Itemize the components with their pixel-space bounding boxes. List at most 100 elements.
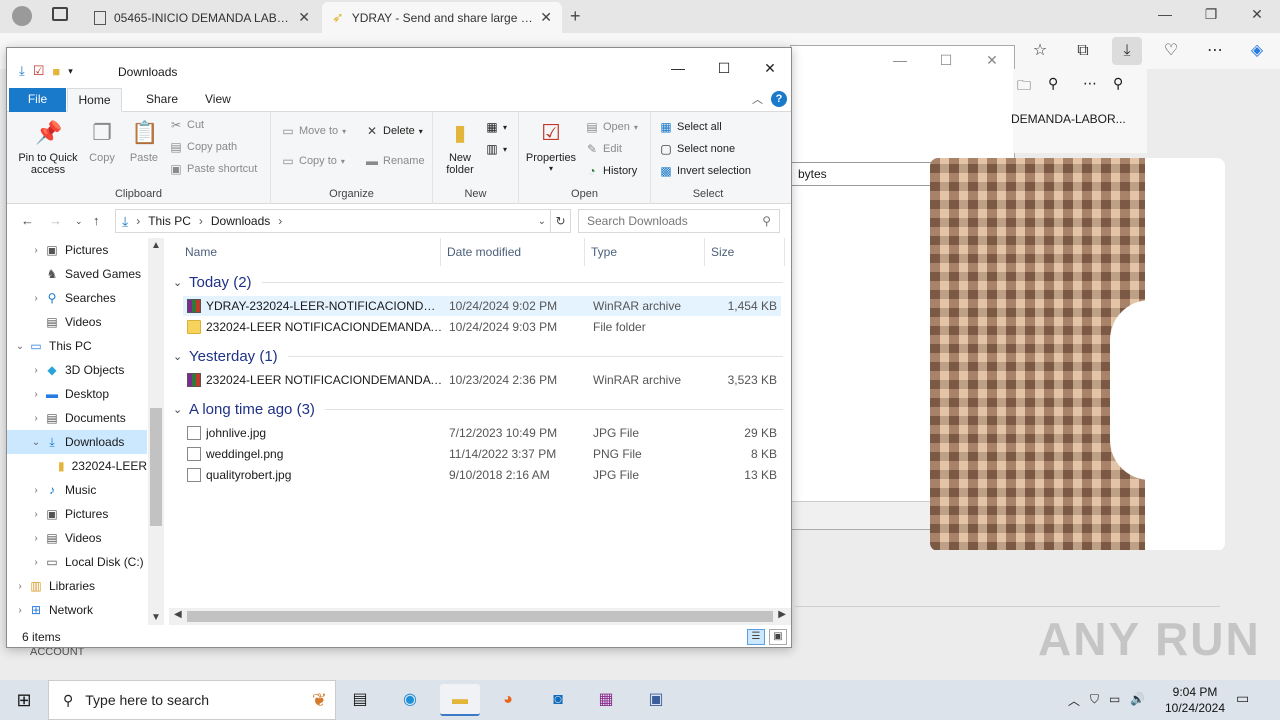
address-dropdown-icon[interactable]: ⌄ (538, 216, 546, 227)
paste-button[interactable]: 📋 Paste (125, 118, 163, 164)
nav-item[interactable]: › ▣ Pictures (7, 238, 147, 262)
copilot-icon[interactable]: ◈ (1242, 40, 1272, 62)
select-none-button[interactable]: ▢ Select none (659, 142, 735, 156)
file-row[interactable]: YDRAY-232024-LEER-NOTIFICACIONDEM... 10/2… (183, 296, 781, 316)
edge-icon[interactable]: ◉ (390, 684, 430, 716)
group-header[interactable]: ⌄ Yesterday (1) (173, 346, 783, 366)
taskbar-search-input[interactable]: ⚲ Type here to search ❦ (48, 680, 336, 720)
nav-item[interactable]: › ⚲ Searches (7, 286, 147, 310)
new-folder-icon[interactable]: ■ (52, 64, 60, 79)
notifications-icon[interactable]: ▭ (1236, 690, 1249, 707)
file-row[interactable]: johnlive.jpg 7/12/2023 10:49 PM JPG File 29… (183, 423, 781, 443)
scroll-left-icon[interactable]: ◀ (174, 609, 182, 620)
new-folder-button[interactable]: ▮ New folder (439, 118, 481, 176)
breadcrumb-downloads[interactable]: Downloads (211, 214, 270, 228)
edit-button[interactable]: ✎ Edit (585, 142, 622, 156)
browser-minimize-button[interactable]: — (1142, 6, 1188, 22)
nav-item[interactable]: › ▣ Pictures (7, 502, 147, 526)
nav-item[interactable]: › ♪ Music (7, 478, 147, 502)
nav-item[interactable]: ▤ Videos (7, 310, 147, 334)
file-row[interactable]: 232024-LEER NOTIFICACIONDEMANDA L... 10/2… (183, 370, 781, 390)
history-button[interactable]: ◔ History (585, 164, 637, 178)
tab-view[interactable]: View (193, 88, 243, 112)
collapse-ribbon-icon[interactable]: ︿ (752, 91, 763, 107)
favorites-icon[interactable]: ☆ (1025, 40, 1055, 62)
chevron-down-icon[interactable]: ⌄ (173, 403, 189, 416)
task-view-icon[interactable]: ▤ (340, 684, 380, 716)
column-header-date[interactable]: Date modified (441, 238, 585, 266)
chevron-right-icon[interactable]: › (13, 581, 27, 592)
volume-icon[interactable]: 🔊 (1130, 692, 1145, 709)
nav-item[interactable]: › ▬ Desktop (7, 382, 147, 406)
select-all-button[interactable]: ▦ Select all (659, 120, 721, 134)
tab-home[interactable]: Home (67, 88, 122, 112)
nav-item[interactable]: ▮ 232024-LEER (7, 454, 147, 478)
scrollbar-thumb[interactable] (150, 408, 162, 526)
firefox-icon[interactable]: ◕ (488, 684, 528, 716)
up-arrow-icon[interactable]: ↑ (93, 213, 100, 228)
navigation-scrollbar[interactable]: ▲ ▼ (148, 238, 164, 625)
nav-item[interactable]: › ▭ Local Disk (C:) (7, 550, 147, 574)
chevron-down-icon[interactable]: ⌄ (29, 437, 43, 448)
winrar-icon[interactable]: ▦ (586, 684, 626, 716)
bg-restore-button[interactable]: ☐ (923, 52, 969, 69)
invert-selection-button[interactable]: ▩ Invert selection (659, 164, 751, 178)
group-header[interactable]: ⌄ A long time ago (3) (173, 399, 783, 419)
nav-item[interactable]: › ▥ Libraries (7, 574, 147, 598)
new-item-button[interactable]: ▦ ▾ (485, 120, 507, 134)
file-row[interactable]: weddingel.png 11/14/2022 3:37 PM PNG File 8… (183, 444, 781, 464)
scroll-right-icon[interactable]: ▶ (778, 609, 786, 620)
more-options-icon[interactable]: ⋯ (1200, 40, 1230, 62)
recent-locations-icon[interactable]: ⌄ (75, 216, 83, 227)
scrollbar-thumb[interactable] (187, 611, 773, 622)
chevron-right-icon[interactable]: › (13, 605, 27, 616)
properties-icon[interactable]: ☑ (33, 63, 45, 79)
collections-icon[interactable]: ⧉ (1068, 40, 1098, 62)
chevron-right-icon[interactable]: › (29, 389, 43, 400)
browser-tab-ydray[interactable]: ➶ YDRAY - Send and share large and ✕ (322, 2, 562, 33)
chevron-right-icon[interactable]: › (29, 557, 43, 568)
column-header-name[interactable]: Name (179, 238, 441, 266)
copy-button[interactable]: ❐ Copy (85, 118, 119, 164)
more-icon[interactable]: ⋯ (1083, 75, 1097, 92)
profile-avatar[interactable] (12, 6, 32, 26)
chevron-down-icon[interactable]: ⌄ (13, 341, 27, 352)
minimize-button[interactable]: — (655, 60, 701, 76)
tab-share[interactable]: Share (134, 88, 190, 112)
bg-minimize-button[interactable]: — (877, 52, 923, 68)
large-icons-view-button[interactable]: ▣ (769, 629, 787, 645)
search-input[interactable]: Search Downloads ⚲ (578, 209, 780, 233)
chevron-right-icon[interactable]: › (29, 509, 43, 520)
nav-item[interactable]: ♞ Saved Games (7, 262, 147, 286)
maximize-button[interactable]: ☐ (701, 60, 747, 77)
show-hidden-icons-icon[interactable]: ︿ (1068, 692, 1080, 709)
horizontal-scrollbar[interactable]: ◀ ▶ (169, 608, 791, 625)
copy-to-button[interactable]: ▭ Copy to ▾ (281, 154, 345, 168)
delete-button[interactable]: ✕ Delete ▾ (365, 124, 423, 138)
breadcrumb-this-pc[interactable]: This PC (148, 214, 191, 228)
folder-icon[interactable]: 🗀 (1017, 75, 1031, 99)
nav-item[interactable]: › ▤ Documents (7, 406, 147, 430)
scroll-down-icon[interactable]: ▼ (151, 612, 161, 623)
column-header-type[interactable]: Type (585, 238, 705, 266)
nav-item[interactable]: › ◆ 3D Objects (7, 358, 147, 382)
open-button[interactable]: ▤ Open ▾ (585, 120, 638, 134)
downloads-icon[interactable]: ⤓ (1112, 37, 1142, 65)
chevron-right-icon[interactable]: › (29, 293, 43, 304)
security-icon[interactable]: ⛉ (1090, 692, 1099, 709)
address-bar[interactable]: ⤓ › This PC › Downloads › ⌄ (115, 209, 551, 233)
chevron-right-icon[interactable]: › (29, 413, 43, 424)
tab-file[interactable]: File (9, 88, 66, 112)
easy-access-button[interactable]: ▥ ▾ (485, 142, 507, 156)
back-arrow-icon[interactable]: ← (21, 213, 34, 228)
bg-close-button[interactable]: ✕ (969, 52, 1015, 69)
nav-item[interactable]: › ▤ Videos (7, 526, 147, 550)
cut-button[interactable]: ✂ Cut (169, 118, 204, 132)
refresh-button[interactable]: ↻ (551, 209, 571, 233)
close-tab-icon[interactable]: ✕ (298, 9, 310, 26)
nav-item[interactable]: › ⊞ Network (7, 598, 147, 622)
file-row[interactable]: qualityrobert.jpg 9/10/2018 2:16 AM JPG Fi… (183, 465, 781, 485)
pin-to-quick-access-button[interactable]: 📌 Pin to Quick access (13, 118, 83, 176)
chevron-right-icon[interactable]: › (29, 533, 43, 544)
chevron-down-icon[interactable]: ⌄ (173, 276, 189, 289)
